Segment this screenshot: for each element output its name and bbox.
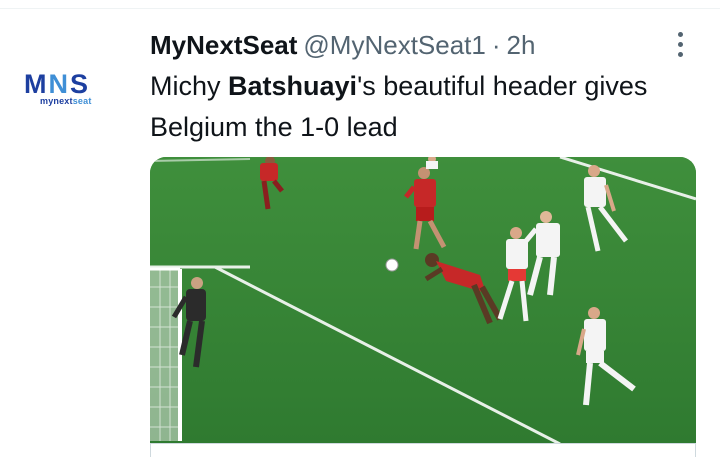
tweet-timestamp[interactable]: 2h bbox=[507, 30, 536, 60]
avatar-logo-subtext: mynextseat bbox=[40, 96, 92, 106]
avatar-logo: MNS bbox=[24, 69, 91, 99]
more-dot bbox=[677, 51, 683, 57]
football bbox=[385, 258, 399, 272]
more-options-icon[interactable] bbox=[668, 28, 692, 60]
media-bottom-edge bbox=[150, 444, 696, 457]
mention-batshuayi: Batshuayi bbox=[228, 71, 358, 101]
top-divider bbox=[0, 8, 720, 9]
tweet-media-photo[interactable] bbox=[150, 157, 696, 444]
more-dot bbox=[677, 41, 683, 47]
author-avatar[interactable]: MNS mynextseat bbox=[24, 70, 126, 110]
header-separator: · bbox=[491, 30, 501, 60]
tweet-text: Michy Batshuayi's beautiful header gives… bbox=[150, 71, 648, 142]
goal-net bbox=[150, 267, 182, 441]
author-display-name[interactable]: MyNextSeat bbox=[150, 30, 297, 60]
tweet-header: MyNextSeat @MyNextSeat1 · 2h bbox=[150, 28, 535, 62]
author-handle[interactable]: @MyNextSeat1 bbox=[303, 30, 485, 60]
football-match-photo bbox=[150, 157, 696, 444]
more-dot bbox=[677, 31, 683, 37]
